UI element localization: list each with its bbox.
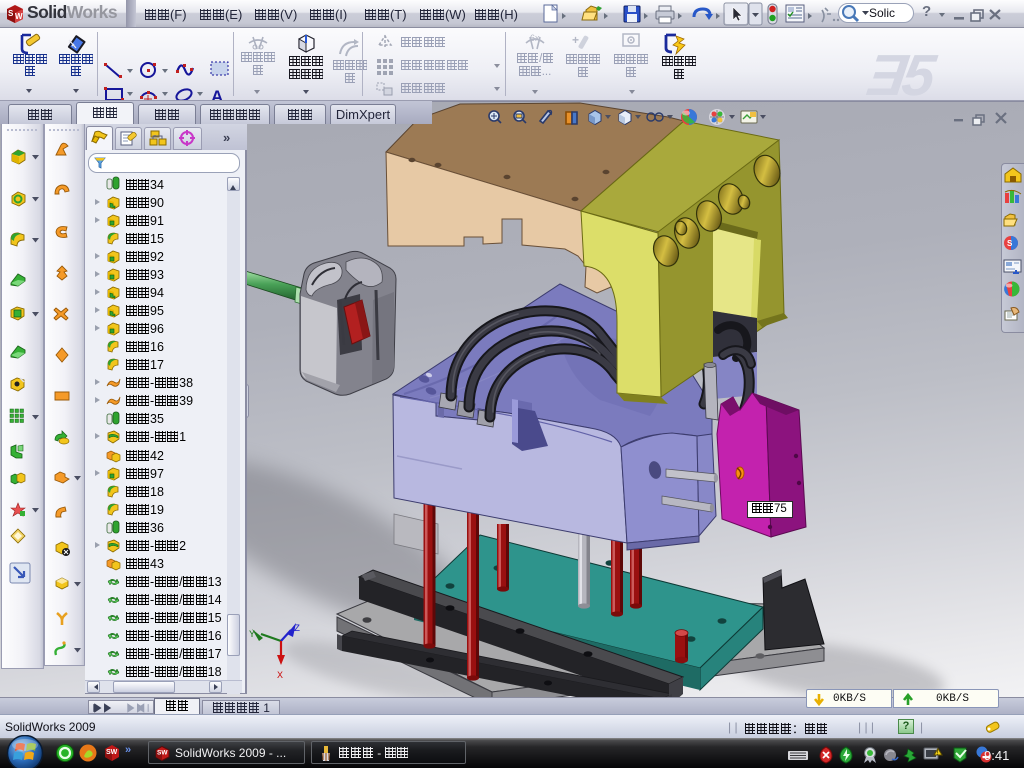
svg-text:X: X: [277, 671, 283, 682]
svg-text:S: S: [1007, 239, 1013, 248]
svg-text:»: »: [125, 744, 131, 756]
svg-text:+: +: [572, 33, 579, 47]
svg-text:SW: SW: [106, 749, 118, 756]
svg-text:Z: Z: [294, 624, 300, 635]
svg-text:A: A: [211, 87, 223, 101]
svg-text:W: W: [15, 12, 23, 21]
svg-text:SW: SW: [157, 750, 168, 757]
svg-text:6x: 6x: [530, 33, 540, 43]
svg-text:S: S: [8, 9, 14, 18]
